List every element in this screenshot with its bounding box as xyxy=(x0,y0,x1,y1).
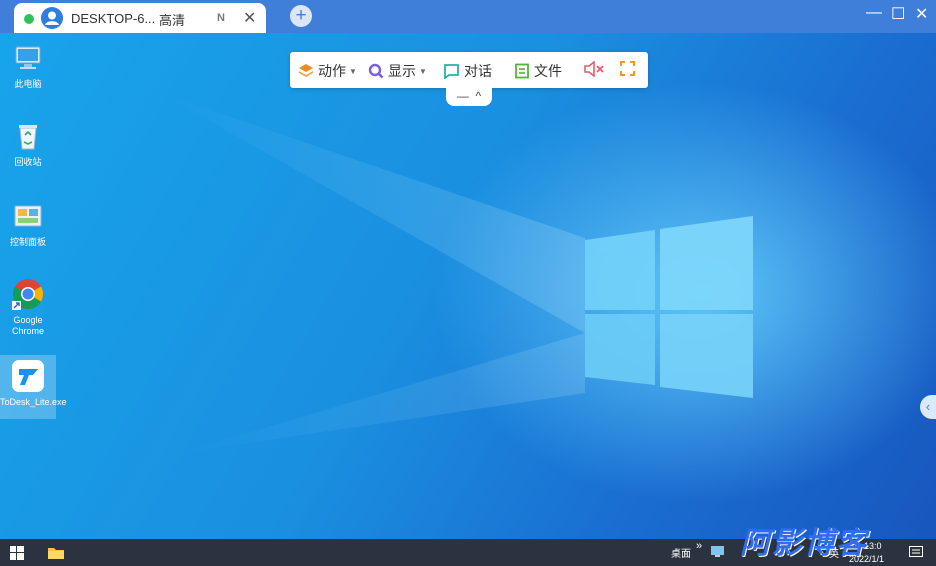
computer-icon xyxy=(11,41,45,75)
fullscreen-button[interactable] xyxy=(620,61,639,76)
tab-badge: N xyxy=(217,12,225,24)
tab-close-icon[interactable]: ✕ xyxy=(243,8,256,28)
start-button[interactable] xyxy=(10,546,24,563)
tab-title: DESKTOP-6... xyxy=(71,11,156,26)
file-icon xyxy=(515,63,529,79)
quality-selector[interactable]: 高清 xyxy=(159,10,185,29)
chat-button[interactable]: 对话 xyxy=(443,61,492,81)
file-button[interactable]: 文件 xyxy=(514,61,562,81)
display-menu-button[interactable]: 显示 ▼ xyxy=(368,61,427,81)
desktop-icon-todesk[interactable]: ToDesk_Lite.exe xyxy=(0,355,67,419)
user-avatar-icon xyxy=(41,7,63,29)
desktop-icon-this-pc[interactable]: 此电脑 xyxy=(0,41,56,90)
desktop-icon-chrome[interactable]: Google Chrome xyxy=(0,277,56,337)
desktop-toolbar-label[interactable]: 桌面 xyxy=(671,545,691,560)
remote-desktop[interactable]: 此电脑 回收站 控制面板 Google Chrome ToDesk_Lite.e… xyxy=(0,33,936,539)
toolbar-collapse-icon[interactable]: ^ xyxy=(476,89,482,103)
minimize-button[interactable]: — xyxy=(866,4,882,22)
chat-icon xyxy=(444,64,459,79)
toolbar-minimize-icon[interactable]: — xyxy=(457,89,469,103)
close-button[interactable]: ✕ xyxy=(915,4,928,24)
online-status-dot xyxy=(24,14,34,24)
network-tray-icon[interactable] xyxy=(711,545,725,560)
action-menu-button[interactable]: 动作 ▼ xyxy=(298,61,357,81)
site-watermark: 阿影博客 xyxy=(740,527,868,560)
mute-button[interactable] xyxy=(583,61,609,77)
todesk-icon xyxy=(11,355,45,393)
desktop-icon-control-panel[interactable]: 控制面板 xyxy=(0,199,56,248)
session-titlebar: DESKTOP-6... 高清 N ✕ + — ☐ ✕ xyxy=(0,0,936,33)
toolbar-collapse-tab[interactable]: — ^ xyxy=(446,88,492,106)
windows-wallpaper xyxy=(160,93,753,453)
speaker-mute-icon xyxy=(584,61,604,77)
recycle-bin-icon xyxy=(11,119,45,153)
desktop-icon-recycle-bin[interactable]: 回收站 xyxy=(0,119,56,168)
fullscreen-icon xyxy=(620,61,635,76)
remote-control-toolbar: 动作 ▼ 显示 ▼ 对话 文件 xyxy=(290,52,648,88)
control-panel-icon xyxy=(11,199,45,233)
file-explorer-taskbar-icon[interactable] xyxy=(47,545,65,563)
layers-icon xyxy=(299,64,313,77)
chrome-icon xyxy=(11,277,45,311)
notification-icon[interactable] xyxy=(909,546,923,561)
windows-start-icon xyxy=(10,546,24,560)
search-icon xyxy=(368,63,384,79)
session-tab[interactable]: DESKTOP-6... 高清 N ✕ xyxy=(14,3,266,33)
new-tab-button[interactable]: + xyxy=(290,5,312,27)
maximize-button[interactable]: ☐ xyxy=(891,4,905,24)
windows-logo xyxy=(585,216,753,398)
taskbar-expand-icon[interactable]: » xyxy=(696,540,702,552)
